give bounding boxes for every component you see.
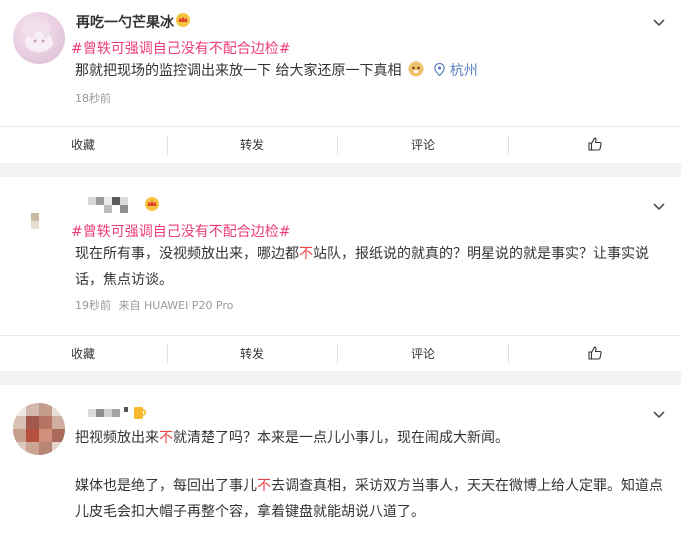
location-pin-icon [434,62,446,77]
post-source: 来自 HUAWEI P20 Pro [118,299,234,312]
post-text-content: 那就把现场的监控调出来放一下 给大家还原一下真相 [75,63,402,79]
post-text-part: 去调查真相，采访双方当事人，天天在微博上给人定罪。知道点 [271,478,663,494]
post-card-3: 把视频放出来不就清楚了吗？本来是一点儿小事儿，现在闹成大新闻。 媒体也是绝了，每… [0,385,681,535]
username[interactable]: 再吃一勺芒果冰 [76,12,174,32]
username-pixelated[interactable] [76,403,136,425]
post-text: 现在所有事，没视频放出来，哪边都不站队，报纸说的就真的？明星说的就是事实？让事实… [75,241,665,293]
like-button[interactable] [509,127,681,163]
location-link[interactable]: 杭州 [450,63,478,79]
action-bar: 收藏 转发 评论 [0,335,681,371]
chevron-down-icon[interactable] [651,14,667,30]
chevron-down-icon[interactable] [651,198,667,214]
post-text: 把视频放出来不就清楚了吗？本来是一点儿小事儿，现在闹成大新闻。 媒体也是绝了，每… [75,425,665,525]
topic-link[interactable]: #曾轶可强调自己没有不配合边检# [71,38,290,58]
post-text-part: 站队，报纸说的就真的？明星说的就是事实？让事实说 [313,246,649,262]
doge-emoji [408,61,424,77]
highlight-keyword: 不 [299,246,313,262]
thumbs-up-icon [588,346,602,360]
post-meta: 19秒前 来自 HUAWEI P20 Pro [75,297,233,313]
post-card-1: 再吃一勺芒果冰 #曾轶可强调自己没有不配合边检# 那就把现场的监控调出来放一下 … [0,0,681,163]
post-text-line3: 儿皮毛会扣大帽子再整个容，拿着键盘就能胡说八道了。 [75,504,425,520]
username-pixelated[interactable] [76,195,142,217]
post-text-part: 就清楚了吗？本来是一点儿小事儿，现在闹成大新闻。 [173,430,509,446]
post-text-part: 现在所有事，没视频放出来，哪边都 [75,246,299,262]
vip-crown-icon[interactable] [175,13,191,27]
post-time: 18秒前 [75,92,111,105]
repost-button[interactable]: 转发 [168,127,336,163]
post-time: 19秒前 [75,299,111,312]
like-button[interactable] [509,336,681,372]
highlight-keyword: 不 [257,478,271,494]
vip-badge-icon[interactable] [133,405,147,421]
avatar[interactable] [13,12,65,64]
comment-button[interactable]: 评论 [338,127,508,163]
repost-button[interactable]: 转发 [168,336,336,372]
thumbs-up-icon [588,137,602,151]
post-card-2: #曾轶可强调自己没有不配合边检# 现在所有事，没视频放出来，哪边都不站队，报纸说… [0,177,681,371]
post-text-line2: 话，焦点访谈。 [75,272,173,288]
favorite-button[interactable]: 收藏 [0,127,166,163]
post-text-part: 媒体也是绝了，每回出了事儿 [75,478,257,494]
post-text: 那就把现场的监控调出来放一下 给大家还原一下真相 杭州 [75,58,495,84]
action-bar: 收藏 转发 评论 [0,126,681,162]
highlight-keyword: 不 [159,430,173,446]
avatar[interactable] [13,187,65,239]
avatar-image [25,22,53,52]
avatar[interactable] [13,403,65,455]
post-text-part: 把视频放出来 [75,430,159,446]
favorite-button[interactable]: 收藏 [0,336,166,372]
chevron-down-icon[interactable] [651,406,667,422]
comment-button[interactable]: 评论 [338,336,508,372]
vip-crown-icon[interactable] [144,197,160,211]
topic-link[interactable]: #曾轶可强调自己没有不配合边检# [71,221,290,241]
